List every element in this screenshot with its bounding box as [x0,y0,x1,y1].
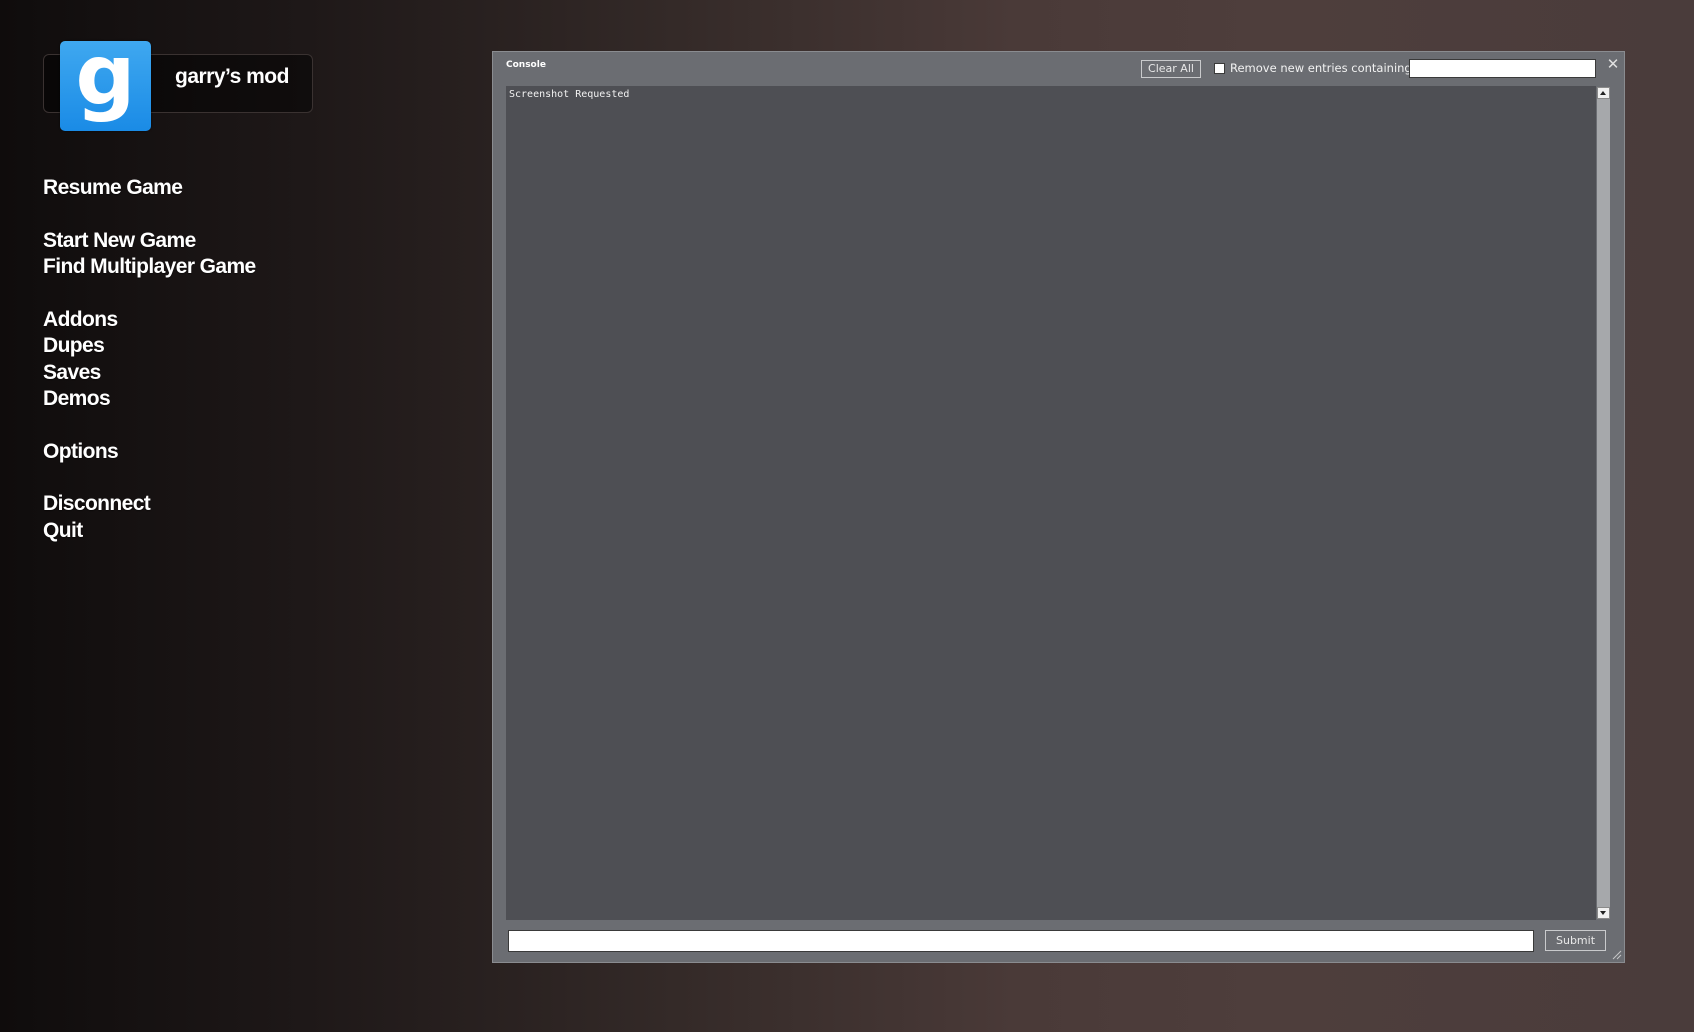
console-output: Screenshot Requested [506,86,1596,920]
dupes-button[interactable]: Dupes [43,333,256,360]
addons-button[interactable]: Addons [43,307,256,334]
options-button[interactable]: Options [43,439,256,466]
logo-text: garry’s mod [175,65,289,88]
resume-game-button[interactable]: Resume Game [43,175,256,202]
console-output-line: Screenshot Requested [509,89,630,100]
find-multiplayer-game-button[interactable]: Find Multiplayer Game [43,254,256,281]
demos-button[interactable]: Demos [43,386,256,413]
remove-entries-input[interactable] [1409,59,1596,78]
console-command-input[interactable] [508,930,1534,952]
start-new-game-button[interactable]: Start New Game [43,228,256,255]
close-icon[interactable]: ✕ [1605,56,1621,72]
console-title: Console [506,60,546,70]
scroll-up-arrow-icon[interactable] [1597,87,1610,99]
disconnect-button[interactable]: Disconnect [43,491,256,518]
menu-spacer [43,202,256,228]
gmod-logo-icon: g [60,33,151,131]
resize-grip-icon[interactable] [1610,948,1622,960]
submit-button[interactable]: Submit [1545,930,1606,951]
console-window[interactable]: Console Clear All Remove new entries con… [492,51,1625,963]
menu-spacer [43,413,256,439]
saves-button[interactable]: Saves [43,360,256,387]
main-menu: Resume Game Start New Game Find Multipla… [43,175,256,544]
scroll-down-arrow-icon[interactable] [1597,907,1610,919]
quit-button[interactable]: Quit [43,518,256,545]
menu-spacer [43,465,256,491]
remove-entries-label: Remove new entries containing: [1230,61,1416,75]
logo-letter: g [75,26,136,124]
console-scrollbar[interactable] [1596,86,1611,920]
scrollbar-thumb[interactable] [1597,99,1610,907]
clear-all-button[interactable]: Clear All [1141,60,1201,78]
remove-entries-checkbox[interactable] [1214,63,1225,74]
menu-spacer [43,281,256,307]
